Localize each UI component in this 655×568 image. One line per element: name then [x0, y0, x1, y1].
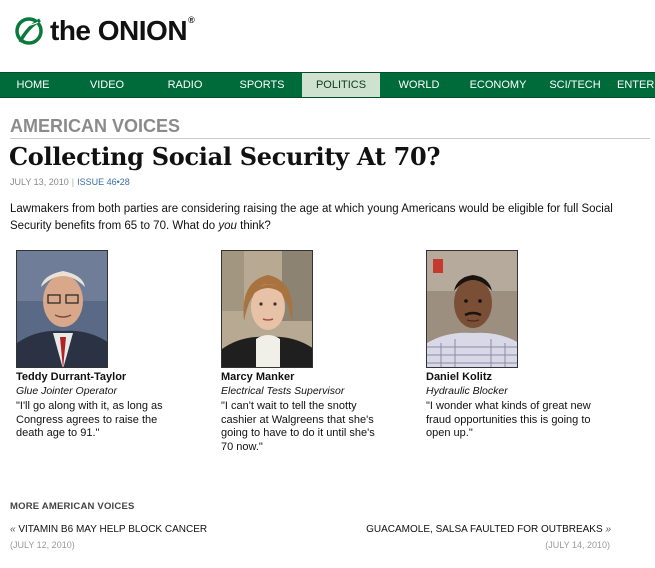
nav-radio[interactable]: RADIO: [152, 73, 218, 97]
portrait-photo: [426, 250, 518, 368]
portrait-photo: [16, 250, 108, 368]
voice-quote: "I wonder what kinds of great new fraud …: [426, 400, 591, 439]
next-arrow-icon: »: [605, 524, 611, 535]
voice-name: Teddy Durrant-Taylor: [16, 371, 127, 383]
article-lede: Lawmakers from both parties are consider…: [10, 203, 613, 232]
article-date: JULY 13, 2010: [10, 177, 69, 187]
more-voices-heading: MORE AMERICAN VOICES: [10, 501, 135, 512]
next-article-link[interactable]: GUACAMOLE, SALSA FAULTED FOR OUTBREAKS »: [366, 524, 611, 535]
nav-video[interactable]: VIDEO: [74, 73, 140, 97]
onion-logo[interactable]: the ONION®: [14, 14, 195, 48]
logo-wordmark: the ONION®: [50, 15, 195, 46]
voice-occupation: Electrical Tests Supervisor: [221, 385, 345, 397]
voice-occupation: Glue Jointer Operator: [16, 385, 117, 397]
nav-home[interactable]: HOME: [0, 73, 66, 97]
meta-separator: |: [71, 177, 75, 187]
main-nav: HOME VIDEO RADIO SPORTS POLITICS WORLD E…: [0, 72, 655, 98]
voice-quote: "I can't wait to tell the snotty cashier…: [221, 400, 375, 453]
article-meta: JULY 13, 2010 | ISSUE 46•28: [10, 177, 130, 187]
voice-quote: "I'll go along with it, as long as Congr…: [16, 400, 163, 439]
nav-scitech[interactable]: SCI/TECH: [542, 73, 608, 97]
voice-occupation: Hydraulic Blocker: [426, 385, 508, 397]
previous-article-link[interactable]: « VITAMIN B6 MAY HELP BLOCK CANCER: [10, 524, 207, 535]
article-headline: Collecting Social Security At 70?: [9, 142, 441, 171]
portrait-photo: [221, 250, 313, 368]
onion-leaf-icon: [15, 17, 43, 45]
previous-article-date: (JULY 12, 2010): [10, 540, 75, 550]
nav-entertainment[interactable]: ENTER: [617, 73, 655, 97]
voice-name: Daniel Kolitz: [426, 371, 493, 383]
nav-economy[interactable]: ECONOMY: [462, 73, 534, 97]
nav-sports[interactable]: SPORTS: [229, 73, 295, 97]
nav-world[interactable]: WORLD: [386, 73, 452, 97]
issue-link[interactable]: ISSUE 46•28: [77, 177, 130, 187]
previous-article-title[interactable]: VITAMIN B6 MAY HELP BLOCK CANCER: [18, 524, 207, 535]
section-title[interactable]: AMERICAN VOICES: [10, 116, 180, 137]
section-divider: [10, 138, 650, 139]
voice-name: Marcy Manker: [221, 371, 295, 383]
prev-arrow-icon: «: [10, 524, 16, 535]
next-article-date: (JULY 14, 2010): [545, 540, 610, 550]
next-article-title[interactable]: GUACAMOLE, SALSA FAULTED FOR OUTBREAKS: [366, 524, 603, 535]
nav-politics[interactable]: POLITICS: [302, 73, 380, 97]
